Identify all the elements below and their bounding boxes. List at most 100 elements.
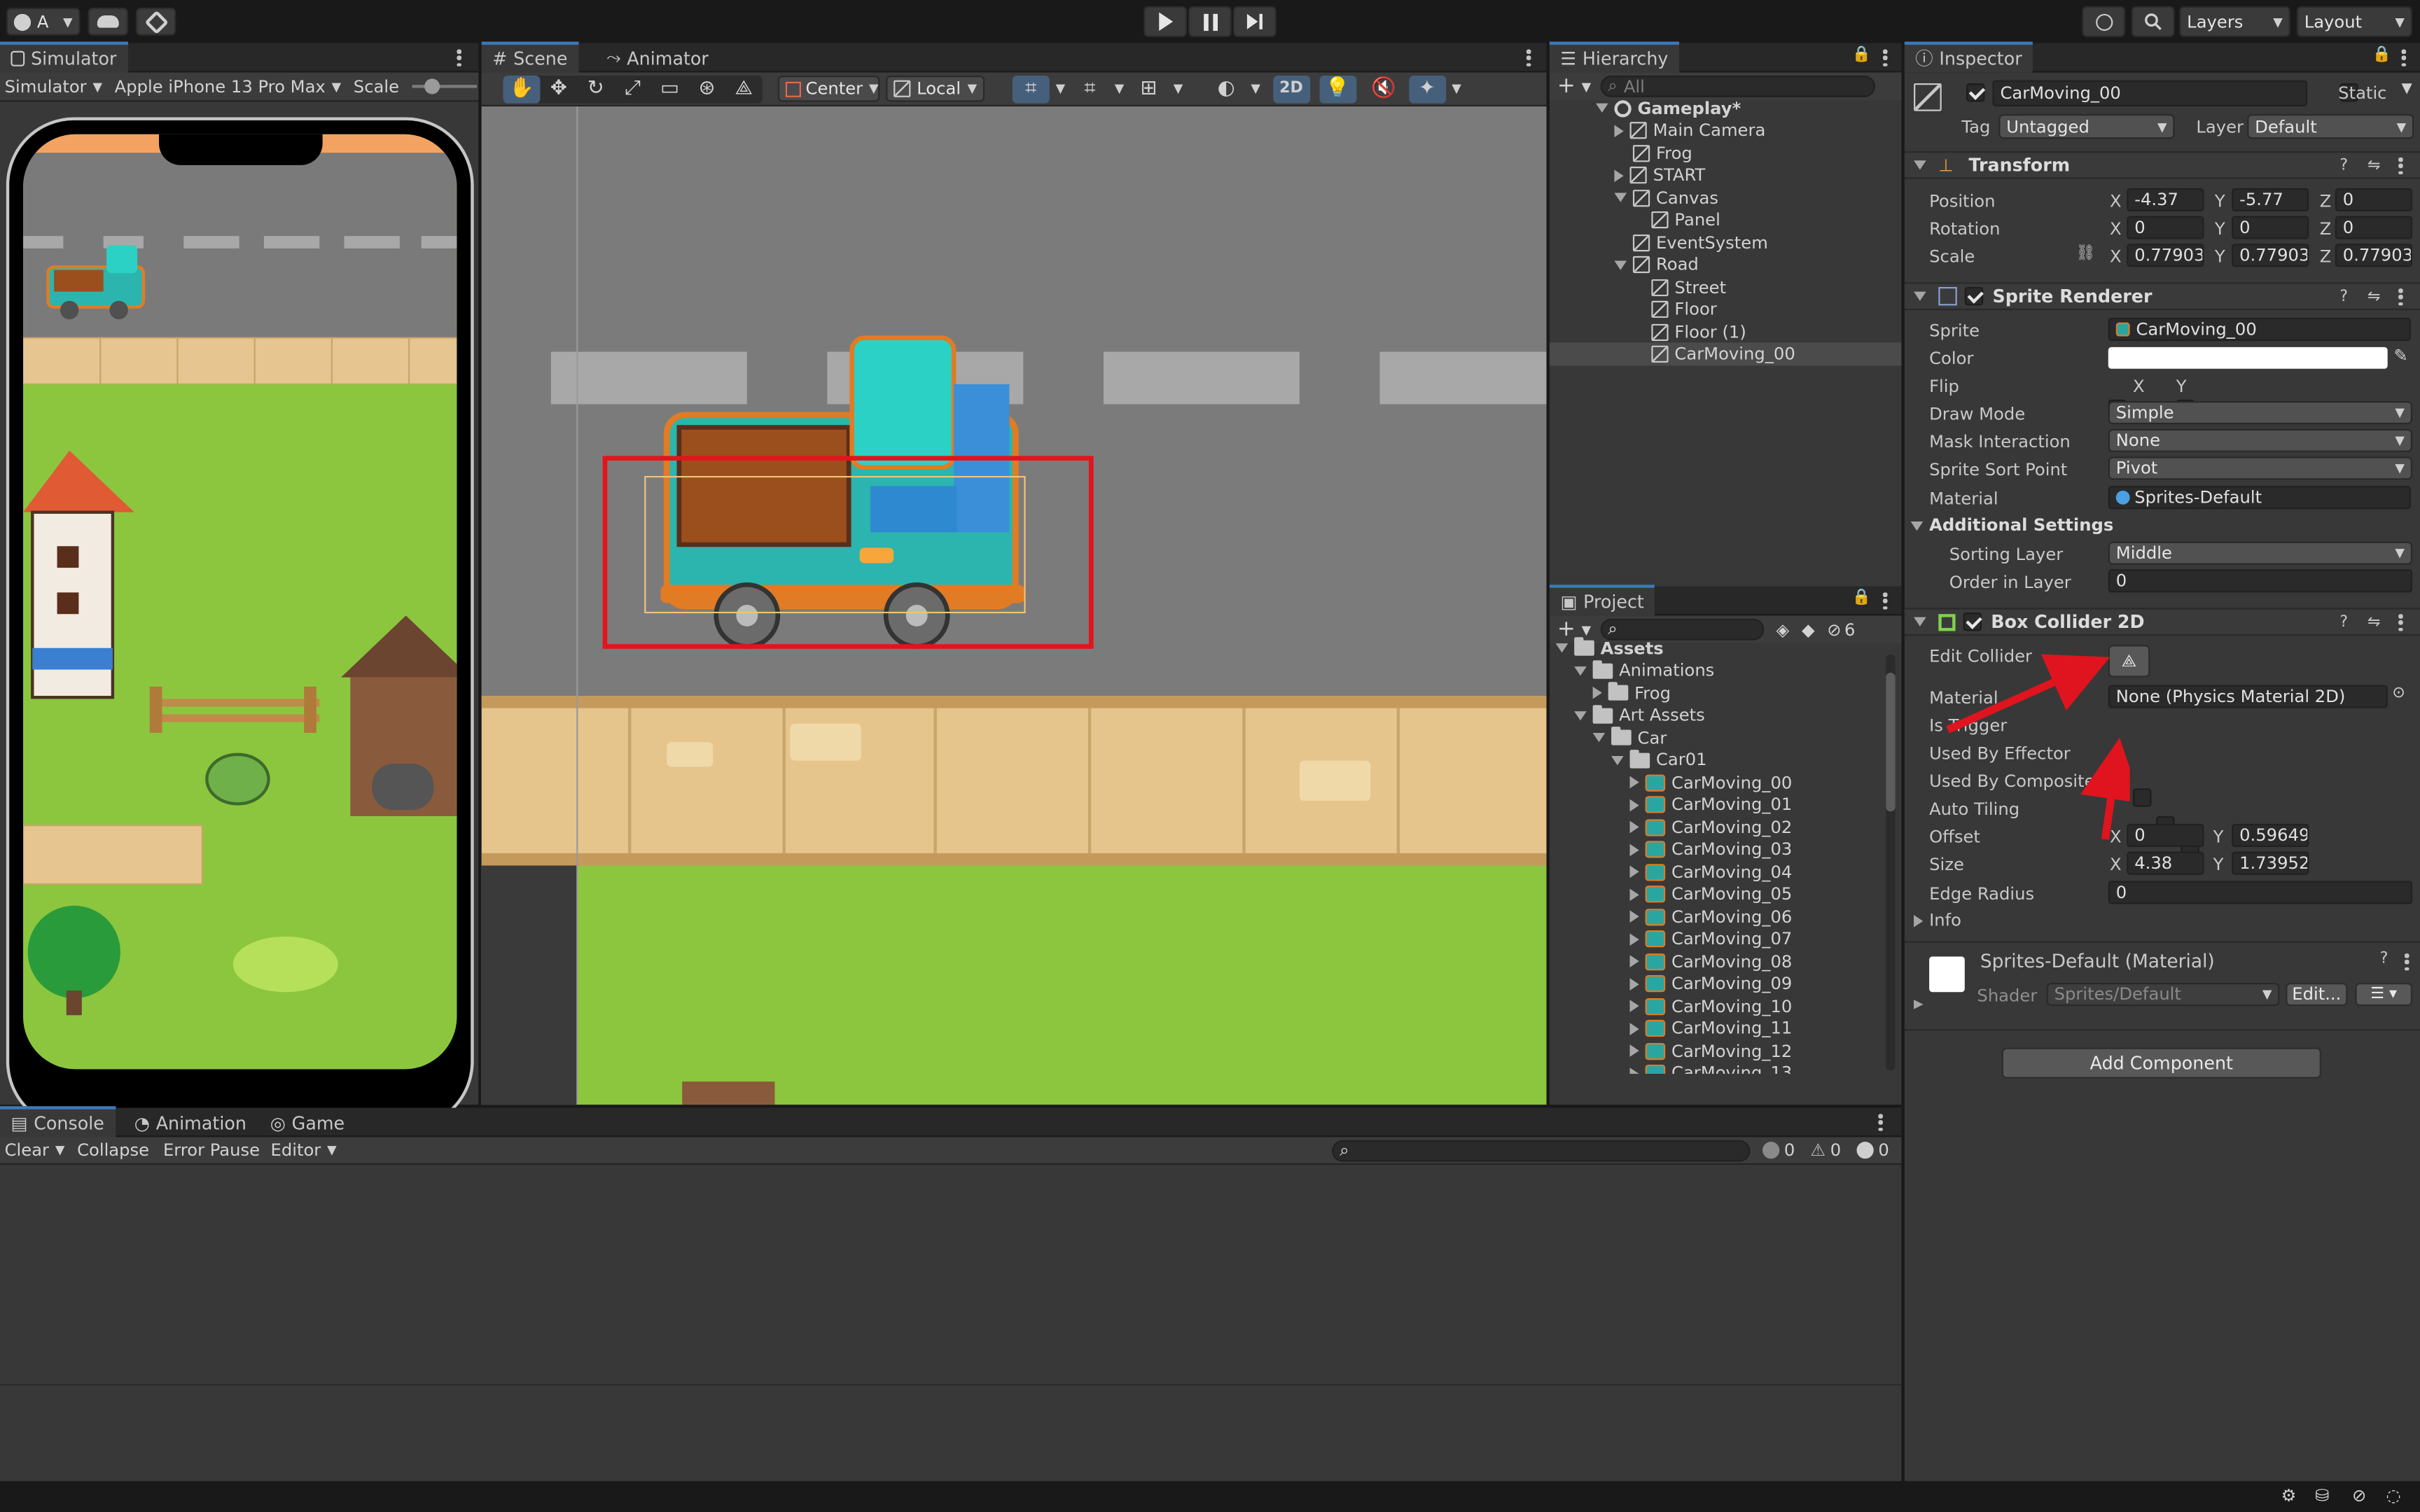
component-menu-icon[interactable] — [2398, 614, 2403, 631]
console-menu-icon[interactable] — [1878, 1114, 1883, 1131]
hierarchy-item[interactable]: Frog — [1614, 142, 1692, 164]
active-checkbox[interactable] — [1966, 83, 1985, 102]
tab-simulator[interactable]: Simulator — [0, 41, 127, 73]
hierarchy-item[interactable]: Gameplay* — [1596, 97, 1741, 119]
foldout-closed-icon[interactable] — [1629, 977, 1639, 990]
space-dropdown[interactable]: Local ▼ — [886, 75, 985, 102]
foldout-closed-icon[interactable] — [1614, 124, 1624, 137]
hierarchy-item[interactable]: START — [1614, 164, 1705, 186]
warning-count-toggle[interactable]: ⚠ 0 — [1810, 1140, 1841, 1161]
object-picker-icon[interactable]: ⊙ — [2392, 685, 2405, 702]
project-item[interactable]: Car01 — [1611, 749, 1707, 771]
step-button[interactable] — [1233, 6, 1277, 37]
object-name-input[interactable]: CarMoving_00 — [1992, 80, 2308, 107]
transform-tool-icon[interactable]: ⊛ — [688, 75, 725, 103]
project-scroll-thumb[interactable] — [1886, 672, 1896, 812]
simulator-mode-dropdown[interactable]: Simulator ▼ — [5, 76, 102, 97]
rotation-z-input[interactable]: 0 — [2335, 216, 2412, 239]
mask-interaction-dropdown[interactable]: None ▼ — [2108, 428, 2412, 452]
foldout-closed-icon[interactable] — [1629, 1000, 1639, 1012]
foldout-closed-icon[interactable] — [1629, 865, 1639, 878]
history-button[interactable] — [2082, 6, 2126, 37]
foldout-closed-icon[interactable] — [1629, 820, 1639, 834]
console-search-input[interactable]: ⌕ — [1332, 1140, 1751, 1162]
sorting-layer-dropdown[interactable]: Middle ▼ — [2108, 541, 2412, 565]
project-item[interactable]: Assets — [1555, 637, 1664, 659]
offset-x-input[interactable]: 0 — [2127, 823, 2204, 848]
lock-icon[interactable]: 🔒 — [2372, 46, 2391, 63]
foldout-open-icon[interactable] — [1611, 755, 1624, 765]
box-collider-enabled-checkbox[interactable] — [1963, 612, 1982, 631]
project-menu-icon[interactable] — [1882, 592, 1888, 610]
sprite-renderer-header[interactable]: Sprite Renderer ? ⇋ — [1904, 282, 2420, 311]
foldout-closed-icon[interactable]: ▶ — [1914, 997, 1924, 1011]
hierarchy-item[interactable]: Floor (1) — [1633, 321, 1746, 342]
foldout-open-icon[interactable] — [1574, 710, 1587, 720]
hierarchy-item[interactable]: Panel — [1633, 209, 1720, 231]
collapse-button[interactable]: Collapse — [77, 1140, 149, 1161]
add-component-button[interactable]: Add Component — [2001, 1047, 2321, 1079]
foldout-open-icon[interactable] — [1614, 192, 1627, 202]
tab-scene[interactable]: # Scene — [481, 41, 578, 73]
material-field[interactable]: Sprites-Default — [2108, 486, 2411, 510]
foldout-open-icon[interactable] — [1596, 103, 1608, 113]
snap-grid-icon[interactable]: ⌗ — [1012, 74, 1050, 103]
project-item[interactable]: Animations — [1574, 659, 1714, 681]
scale-slider-handle[interactable] — [424, 78, 440, 94]
chevron-down-icon[interactable]: ▼ — [1174, 82, 1183, 96]
clear-button[interactable]: Clear ▼ — [5, 1140, 65, 1161]
foldout-open-icon[interactable] — [1574, 666, 1587, 676]
error-count-toggle[interactable]: 0 — [1856, 1140, 1889, 1160]
layer-dropdown[interactable]: Default ▼ — [2247, 114, 2414, 139]
info-foldout[interactable]: Info — [1914, 910, 1961, 930]
foldout-closed-icon[interactable] — [1629, 1022, 1639, 1035]
grid-toggle-icon[interactable]: ⌗ — [1071, 75, 1108, 103]
sprite-field[interactable]: CarMoving_00 — [2108, 318, 2411, 342]
rotate-tool-icon[interactable]: ↻ — [577, 75, 614, 103]
search-button[interactable] — [2131, 6, 2175, 37]
layers-dropdown[interactable]: Layers ▼ — [2179, 6, 2290, 37]
hierarchy-item[interactable]: CarMoving_00 — [1633, 343, 1795, 365]
material-menu-icon[interactable] — [2404, 953, 2409, 971]
collab-button[interactable] — [135, 8, 176, 36]
foldout-closed-icon[interactable] — [1629, 798, 1639, 811]
help-icon[interactable]: ? — [2339, 613, 2348, 630]
foldout-open-icon[interactable] — [1914, 617, 1926, 626]
editor-dropdown[interactable]: Editor ▼ — [271, 1140, 337, 1161]
increment-snap-icon[interactable]: ⊞ — [1130, 75, 1167, 103]
component-menu-icon[interactable] — [2398, 288, 2403, 306]
sprite-renderer-enabled-checkbox[interactable] — [1964, 286, 1984, 306]
help-icon[interactable]: ? — [2380, 951, 2388, 967]
foldout-open-icon[interactable] — [1592, 732, 1606, 743]
scale-y-input[interactable]: 0.77903 — [2232, 244, 2309, 267]
preset-icon[interactable]: ⇋ — [2367, 613, 2380, 630]
collider-material-field[interactable]: None (Physics Material 2D) — [2108, 685, 2388, 708]
help-icon[interactable]: ? — [2339, 157, 2348, 174]
scale-x-input[interactable]: 0.77903 — [2127, 244, 2204, 267]
size-y-input[interactable]: 1.739529 — [2232, 851, 2309, 875]
project-scrollbar[interactable] — [1886, 654, 1896, 1071]
foldout-closed-icon[interactable] — [1629, 910, 1639, 923]
project-item[interactable]: CarMoving_06 — [1629, 906, 1792, 927]
network-icon[interactable]: ⊘ — [2352, 1486, 2366, 1506]
project-item[interactable]: CarMoving_02 — [1629, 816, 1792, 838]
foldout-closed-icon[interactable] — [1629, 955, 1639, 967]
component-menu-icon[interactable] — [2398, 157, 2403, 175]
effects-icon[interactable]: ✦ — [1408, 74, 1446, 103]
progress-icon[interactable]: ⛁ — [2315, 1486, 2329, 1506]
project-item[interactable]: CarMoving_07 — [1629, 928, 1792, 950]
foldout-closed-icon[interactable] — [1629, 1067, 1639, 1074]
project-item[interactable]: CarMoving_00 — [1629, 771, 1792, 793]
foldout-closed-icon[interactable] — [1592, 686, 1602, 699]
shader-edit-button[interactable]: Edit... — [2286, 982, 2348, 1007]
rect-tool-icon[interactable]: ▭ — [651, 75, 688, 103]
foldout-closed-icon[interactable] — [1629, 1044, 1639, 1057]
foldout-open-icon[interactable] — [1614, 260, 1627, 270]
project-item[interactable]: CarMoving_13 — [1629, 1063, 1792, 1074]
foldout-closed-icon[interactable] — [1629, 776, 1639, 789]
inspector-menu-icon[interactable] — [2401, 49, 2407, 66]
box-collider-header[interactable]: Box Collider 2D ? ⇋ — [1904, 608, 2420, 636]
tag-dropdown[interactable]: Untagged ▼ — [1998, 114, 2175, 139]
hierarchy-item[interactable]: Main Camera — [1614, 120, 1765, 141]
tab-animation[interactable]: ◔ Animation — [123, 1108, 257, 1138]
